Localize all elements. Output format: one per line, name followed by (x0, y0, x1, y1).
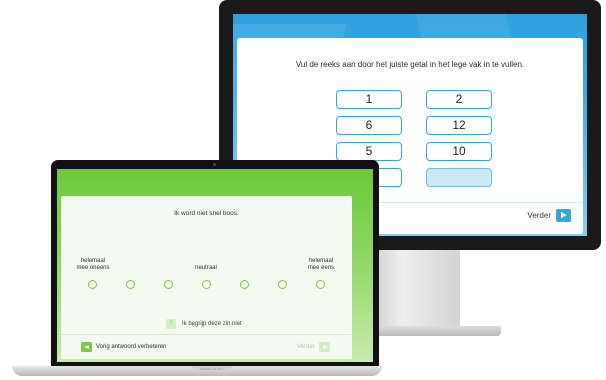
scale-right-label: helemaal mee eens (307, 258, 335, 271)
scale-middle-label: neutraal (195, 265, 217, 271)
next-button[interactable]: Verder (527, 209, 571, 222)
scale-radio-5[interactable] (240, 280, 249, 289)
number-box: 1 (336, 90, 402, 109)
play-right-icon (318, 342, 330, 352)
laptop: Ik word niet snel boos. helemaal mee onee… (12, 160, 382, 380)
next-button-disabled[interactable]: Verder (297, 342, 330, 352)
camera-icon (213, 163, 216, 166)
number-box: 5 (336, 142, 402, 161)
laptop-bezel: Ik word niet snel boos. helemaal mee onee… (51, 160, 379, 366)
likert-question-card: Ik word niet snel boos. helemaal mee onee… (61, 196, 352, 359)
scale-radio-2[interactable] (126, 280, 135, 289)
previous-answer-button[interactable]: Vorig antwoord verbeteren (81, 342, 166, 352)
previous-label: Vorig antwoord verbeteren (96, 344, 167, 350)
next-label: Verder (297, 344, 315, 350)
next-label: Verder (527, 211, 551, 220)
brand-label: MacBook Pro (200, 367, 224, 371)
play-left-icon (81, 342, 92, 352)
number-box: 2 (426, 90, 492, 109)
play-right-icon (556, 209, 571, 222)
scale-radio-3[interactable] (164, 280, 173, 289)
dont-understand-label: Ik begrijp deze zin niet (182, 321, 242, 327)
question-text: Vul de reeks aan door het juiste getal i… (295, 60, 525, 69)
scale-radio-4[interactable] (202, 280, 211, 289)
question-mark-icon: ? (166, 319, 176, 329)
scale-radio-6[interactable] (278, 280, 287, 289)
answer-input-box[interactable] (426, 168, 492, 187)
number-box: 6 (336, 116, 402, 135)
dont-understand-button[interactable]: ? Ik begrijp deze zin niet (166, 319, 242, 329)
number-box: 10 (426, 142, 492, 161)
number-box: 12 (426, 116, 492, 135)
divider (61, 334, 352, 335)
scale-radio-7[interactable] (316, 280, 325, 289)
statement-text: Ik word niet snel boos. (174, 210, 239, 217)
scale-radio-1[interactable] (88, 280, 97, 289)
laptop-screen: Ik word niet snel boos. helemaal mee onee… (57, 169, 373, 362)
scale-left-label: helemaal mee oneens (76, 258, 110, 271)
